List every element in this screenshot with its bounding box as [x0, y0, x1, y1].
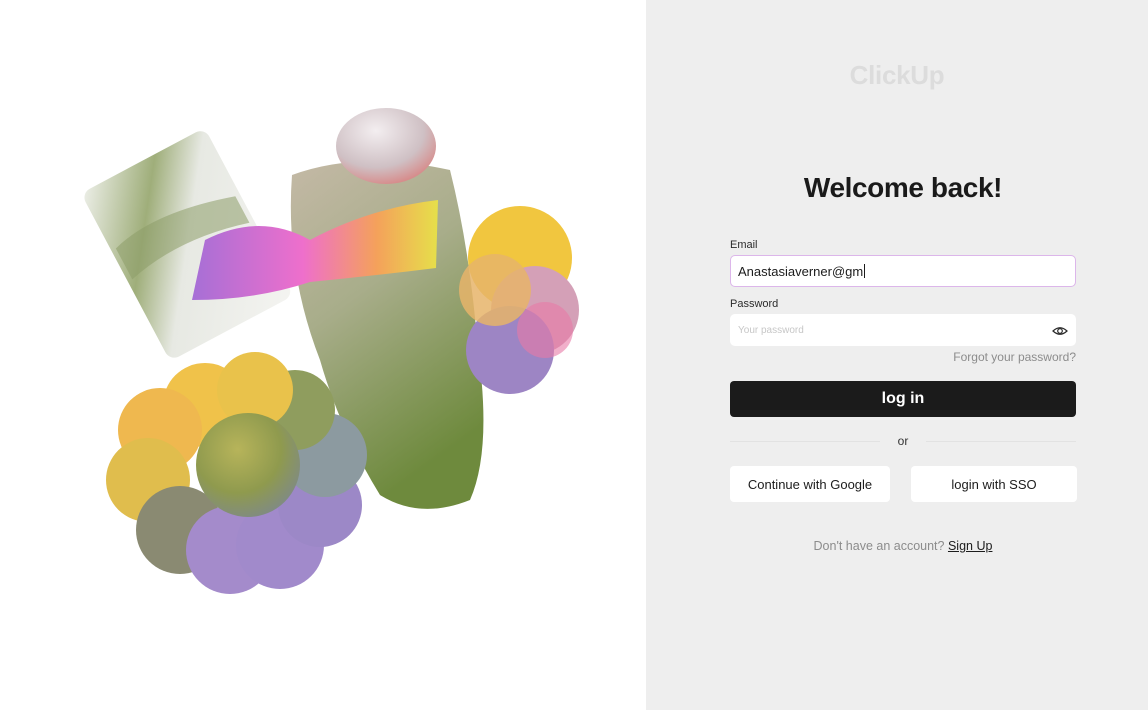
login-button[interactable]: log in	[730, 381, 1076, 417]
divider-line-right	[926, 441, 1076, 442]
signup-prompt-text: Don't have an account?	[813, 539, 945, 553]
eye-icon[interactable]	[1052, 323, 1068, 339]
password-label: Password	[730, 298, 779, 310]
clickup-logo: ClickUp	[849, 60, 945, 90]
signup-prompt: Don't have an account? Sign Up	[730, 539, 1076, 553]
or-divider: or	[730, 434, 1076, 450]
password-field[interactable]: Your password	[730, 314, 1076, 346]
email-field[interactable]: Anastasiaverner@gm	[730, 255, 1076, 287]
login-page: ClickUp Welcome back! Email Anastasiaver…	[0, 0, 1148, 710]
illustration-panel	[0, 0, 646, 710]
login-form-panel: ClickUp Welcome back! Email Anastasiaver…	[646, 0, 1148, 710]
abstract-3d-illustration	[84, 108, 579, 594]
text-caret	[864, 264, 866, 278]
email-value: Anastasiaverner@gm	[738, 263, 864, 279]
login-with-sso-button[interactable]: login with SSO	[911, 466, 1077, 502]
continue-with-google-button[interactable]: Continue with Google	[730, 466, 890, 502]
page-title: Welcome back!	[803, 172, 1003, 203]
password-placeholder: Your password	[738, 324, 804, 336]
email-label: Email	[730, 239, 758, 251]
forgot-password-link[interactable]: Forgot your password?	[730, 350, 1076, 364]
sign-up-link[interactable]: Sign Up	[948, 539, 992, 553]
